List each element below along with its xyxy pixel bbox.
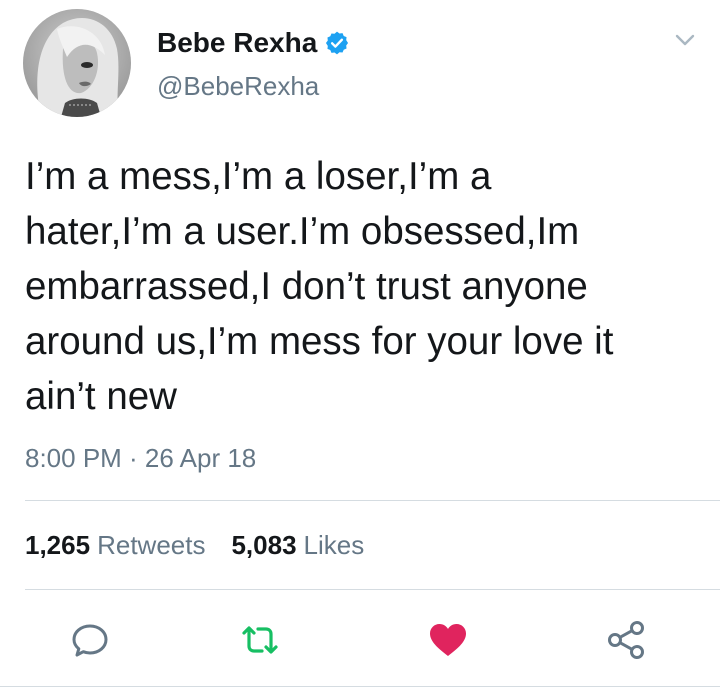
- retweets-label: Retweets: [97, 530, 206, 560]
- reply-button[interactable]: [68, 618, 112, 662]
- divider: [25, 500, 720, 501]
- reply-icon: [72, 624, 108, 657]
- retweet-icon: [242, 626, 278, 654]
- display-name[interactable]: Bebe Rexha: [157, 27, 317, 59]
- chevron-down-icon[interactable]: [672, 27, 698, 53]
- share-icon: [608, 621, 644, 659]
- divider: [25, 589, 720, 590]
- like-button[interactable]: [426, 618, 470, 662]
- tweet-card: Bebe Rexha @BebeRexha I’m a mess,I’m a l…: [0, 0, 720, 690]
- retweets-count: 1,265: [25, 530, 91, 560]
- likes-count: 5,083: [231, 530, 297, 560]
- divider: [0, 686, 720, 687]
- author-handle[interactable]: @BebeRexha: [157, 70, 319, 102]
- tweet-text: I’m a mess,I’m a loser,I’m a hater,I’m a…: [25, 155, 614, 418]
- avatar[interactable]: [23, 9, 131, 117]
- likes-label: Likes: [303, 530, 365, 560]
- retweet-button[interactable]: [238, 618, 282, 662]
- share-button[interactable]: [605, 618, 649, 662]
- verified-badge-icon: [324, 30, 350, 56]
- author-name-row[interactable]: Bebe Rexha: [157, 27, 350, 59]
- retweets-stat[interactable]: 1,265 Retweets: [25, 528, 205, 562]
- tweet-stats: 1,265 Retweets 5,083 Likes: [25, 528, 364, 562]
- likes-stat[interactable]: 5,083 Likes: [231, 528, 364, 562]
- heart-icon: [430, 624, 466, 656]
- tweet-timestamp[interactable]: 8:00 PM · 26 Apr 18: [25, 441, 256, 475]
